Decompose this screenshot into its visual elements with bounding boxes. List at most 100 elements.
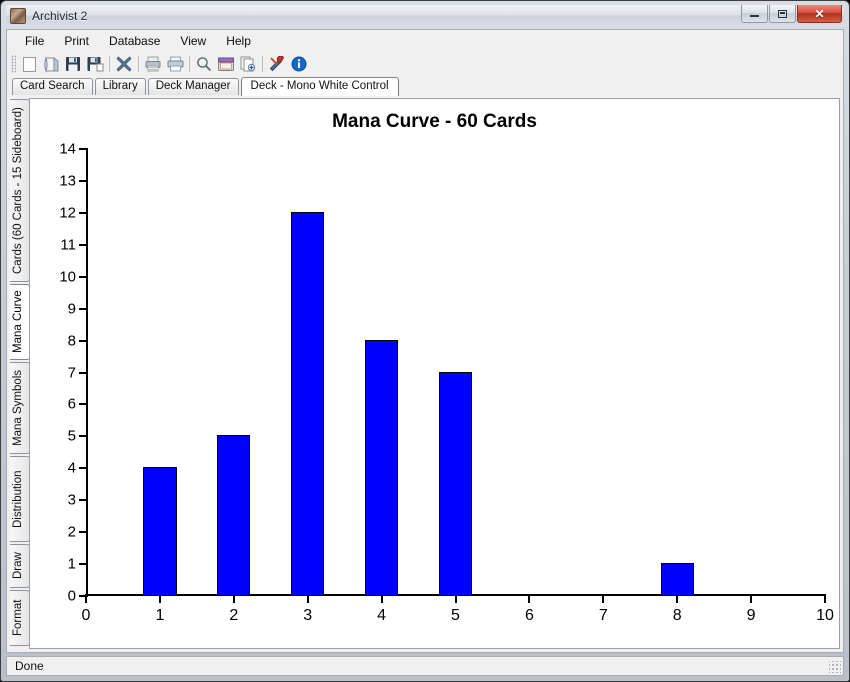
resize-grip[interactable] bbox=[829, 661, 841, 673]
maximize-restore-button[interactable] bbox=[769, 5, 796, 23]
y-tick-label: 11 bbox=[60, 237, 76, 252]
x-tick bbox=[528, 594, 530, 603]
window-controls: ✕ bbox=[741, 5, 842, 23]
toolbar-separator bbox=[138, 56, 139, 72]
title-bar: Archivist 2 ✕ bbox=[6, 5, 844, 27]
tab-library[interactable]: Library bbox=[95, 78, 146, 95]
client-area: Cards (60 Cards - 15 Sideboard) Mana Cur… bbox=[6, 95, 844, 653]
sidebar-item-cards[interactable]: Cards (60 Cards - 15 Sideboard) bbox=[10, 99, 30, 282]
print-preview-icon bbox=[145, 56, 162, 72]
close-icon: ✕ bbox=[814, 8, 824, 20]
x-tick-label: 9 bbox=[747, 608, 756, 624]
x-tick-label: 4 bbox=[377, 608, 386, 624]
info-button[interactable] bbox=[288, 53, 310, 75]
bar bbox=[291, 212, 324, 596]
save-button[interactable] bbox=[62, 53, 84, 75]
y-tick bbox=[79, 372, 88, 374]
y-tick-label: 10 bbox=[59, 269, 76, 284]
search-button[interactable] bbox=[193, 53, 215, 75]
sidebar-item-mana-symbols[interactable]: Mana Symbols bbox=[10, 362, 30, 454]
toolbar-separator bbox=[189, 56, 190, 72]
sidebar-item-draw[interactable]: Draw bbox=[10, 544, 30, 588]
archive-button[interactable] bbox=[215, 53, 237, 75]
close-button[interactable]: ✕ bbox=[797, 5, 842, 23]
y-tick bbox=[79, 403, 88, 405]
window-title: Archivist 2 bbox=[32, 9, 87, 23]
toolbar-grip[interactable] bbox=[11, 55, 16, 73]
menu-item-print[interactable]: Print bbox=[54, 32, 99, 50]
tools-icon bbox=[269, 56, 286, 72]
minimize-icon bbox=[750, 15, 759, 17]
chart-title: Mana Curve - 60 Cards bbox=[30, 111, 839, 133]
add-card-icon bbox=[240, 56, 256, 72]
x-tick-label: 3 bbox=[303, 608, 312, 624]
toolbar bbox=[6, 51, 844, 77]
delete-button[interactable] bbox=[113, 53, 135, 75]
tab-deck-manager[interactable]: Deck Manager bbox=[148, 78, 239, 95]
bar bbox=[439, 372, 472, 597]
x-tick-label: 1 bbox=[155, 608, 164, 624]
y-tick-label: 4 bbox=[68, 461, 76, 476]
y-tick bbox=[79, 180, 88, 182]
print-button[interactable] bbox=[164, 53, 186, 75]
menu-item-help[interactable]: Help bbox=[216, 32, 261, 50]
tab-deck-mono-white-control[interactable]: Deck - Mono White Control bbox=[241, 77, 399, 96]
x-tick-label: 6 bbox=[525, 608, 534, 624]
menu-bar: File Print Database View Help bbox=[6, 29, 844, 51]
y-tick-label: 6 bbox=[68, 397, 76, 412]
save-as-button[interactable] bbox=[84, 53, 106, 75]
main-tab-strip: Card Search Library Deck Manager Deck - … bbox=[6, 77, 844, 95]
app-icon bbox=[10, 8, 26, 24]
y-tick-label: 8 bbox=[68, 333, 76, 348]
bar bbox=[143, 467, 176, 596]
menu-item-view[interactable]: View bbox=[170, 32, 216, 50]
y-tick bbox=[79, 499, 88, 501]
sidebar-item-format[interactable]: Format bbox=[10, 590, 30, 646]
y-tick bbox=[79, 531, 88, 533]
archive-box-icon bbox=[218, 57, 234, 72]
tools-button[interactable] bbox=[266, 53, 288, 75]
toolbar-separator bbox=[262, 56, 263, 72]
sidebar-item-distribution[interactable]: Distribution bbox=[10, 456, 30, 542]
bar bbox=[661, 563, 694, 596]
open-folder-icon bbox=[43, 56, 60, 73]
y-tick-label: 14 bbox=[59, 142, 76, 157]
y-tick-label: 1 bbox=[68, 557, 76, 572]
y-tick-label: 3 bbox=[68, 493, 76, 508]
print-preview-button[interactable] bbox=[142, 53, 164, 75]
x-tick-label: 7 bbox=[599, 608, 608, 624]
y-tick-label: 5 bbox=[68, 429, 76, 444]
x-tick-label: 2 bbox=[229, 608, 238, 624]
y-tick bbox=[79, 276, 88, 278]
side-tab-filler bbox=[10, 648, 30, 649]
delete-x-icon bbox=[116, 56, 132, 72]
restore-icon bbox=[778, 10, 787, 18]
open-file-button[interactable] bbox=[40, 53, 62, 75]
status-bar: Done bbox=[6, 656, 844, 676]
y-tick-label: 2 bbox=[68, 525, 76, 540]
y-tick bbox=[79, 244, 88, 246]
x-tick bbox=[750, 594, 752, 603]
bar bbox=[365, 340, 398, 596]
minimize-button[interactable] bbox=[741, 5, 768, 23]
y-tick-label: 9 bbox=[68, 301, 76, 316]
application-window: Archivist 2 ✕ File Print Database View H… bbox=[0, 0, 850, 682]
mana-curve-chart-panel: Mana Curve - 60 Cards 012345678910111213… bbox=[29, 98, 840, 649]
new-document-button[interactable] bbox=[18, 53, 40, 75]
search-magnifier-icon bbox=[196, 56, 212, 72]
y-tick bbox=[79, 212, 88, 214]
add-card-button[interactable] bbox=[237, 53, 259, 75]
menu-item-database[interactable]: Database bbox=[99, 32, 170, 50]
menu-item-file[interactable]: File bbox=[15, 32, 54, 50]
sidebar-item-mana-curve[interactable]: Mana Curve bbox=[10, 284, 30, 360]
x-tick-label: 5 bbox=[451, 608, 460, 624]
x-tick-label: 8 bbox=[673, 608, 682, 624]
print-icon bbox=[167, 56, 184, 72]
chart-plot-area: 01234567891011121314 012345678910 bbox=[86, 149, 825, 596]
x-tick bbox=[824, 594, 826, 603]
tab-card-search[interactable]: Card Search bbox=[12, 78, 93, 95]
y-tick-label: 13 bbox=[59, 173, 76, 188]
y-tick bbox=[79, 340, 88, 342]
status-text: Done bbox=[15, 659, 44, 673]
x-tick bbox=[85, 594, 87, 603]
